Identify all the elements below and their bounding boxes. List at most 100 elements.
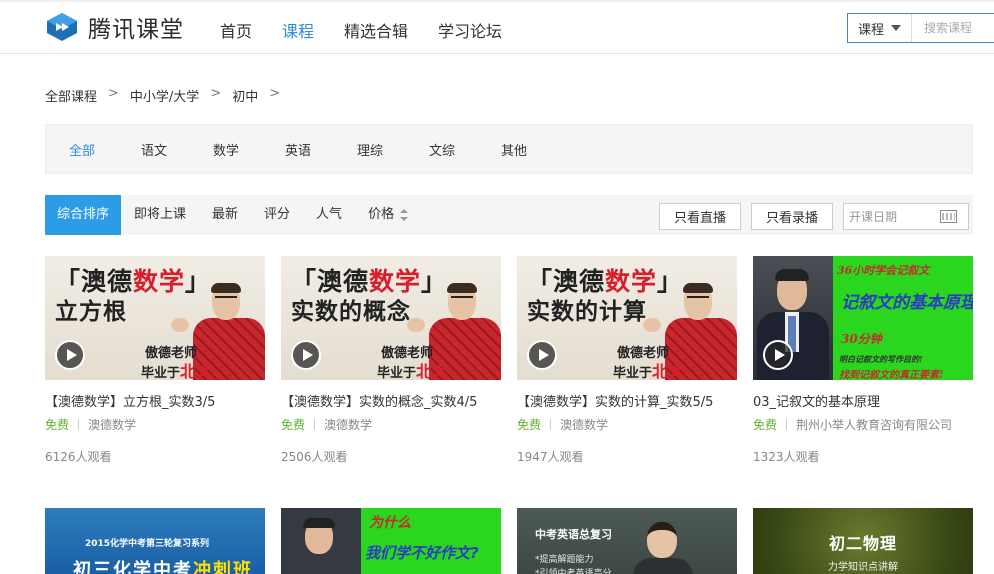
thumb-line: 初二物理 xyxy=(828,534,897,553)
category-all[interactable]: 全部 xyxy=(69,140,141,159)
thumb-line: 记叙文的基本原理 xyxy=(841,293,973,313)
course-thumbnail[interactable]: 「澳德数学」 立方根 傲德老师 毕业于北大 xyxy=(45,256,265,380)
thumb-line: 明白记叙文的写作目的! xyxy=(839,354,923,364)
course-meta: 免费 澳德数学 xyxy=(281,416,501,433)
thumb-line: 36小时学会记叙文 xyxy=(837,264,930,277)
course-title[interactable]: 【澳德数学】实数的计算_实数5/5 xyxy=(517,391,737,409)
thumb-line: 找到记叙文的真正要素! xyxy=(839,370,944,380)
thumb-line: 30分钟 xyxy=(841,332,882,346)
teacher-figure xyxy=(211,283,241,293)
thumb-line: 初三化学中考冲刺班 xyxy=(73,560,253,574)
thumb-line: 中考英语总复习 xyxy=(535,528,612,541)
course-viewers: 6126人观看 xyxy=(45,450,112,464)
teacher-figure xyxy=(215,296,237,302)
search-box: 课程 xyxy=(847,13,994,43)
course-title[interactable]: 【澳德数学】立方根_实数3/5 xyxy=(45,391,265,409)
breadcrumb-separator: > xyxy=(210,86,222,101)
course-thumbnail[interactable]: 为什么 我们学不好作文? xyxy=(281,508,501,574)
breadcrumb-all-courses[interactable]: 全部课程 xyxy=(45,86,97,105)
breadcrumb-k12-university[interactable]: 中小学/大学 xyxy=(130,86,199,105)
meta-divider xyxy=(314,419,316,430)
teacher-figure xyxy=(633,558,693,574)
teacher-figure xyxy=(451,296,473,302)
course-title[interactable]: 03_记叙文的基本原理 xyxy=(753,391,973,409)
sort-rating[interactable]: 评分 xyxy=(251,195,303,235)
thumb-line: 我们学不好作文? xyxy=(365,544,479,562)
calendar-icon[interactable] xyxy=(940,210,957,223)
course-thumbnail[interactable]: 36小时学会记叙文 记叙文的基本原理 30分钟 明白记叙文的写作目的! 找到记叙… xyxy=(753,256,973,380)
course-thumbnail[interactable]: 「澳德数学」 实数的计算 傲德老师 毕业于北大 xyxy=(517,256,737,380)
course-thumbnail[interactable]: 初二物理 力学知识点讲解 xyxy=(753,508,973,574)
course-title[interactable]: 【澳德数学】实数的概念_实数4/5 xyxy=(281,391,501,409)
sort-price[interactable]: 价格 xyxy=(355,195,421,235)
course-meta: 免费 澳德数学 xyxy=(517,416,737,433)
thumb-school: 毕业于北大 xyxy=(613,362,685,380)
sort-popularity[interactable]: 人气 xyxy=(303,195,355,235)
teacher-figure xyxy=(407,318,425,332)
thumb-school: 毕业于北大 xyxy=(377,362,449,380)
thumb-line: 2015化学中考第三轮复习系列 xyxy=(85,539,210,549)
logo-text: 腾讯课堂 xyxy=(88,17,184,43)
teacher-figure xyxy=(303,518,335,528)
course-price: 免费 xyxy=(45,418,70,432)
play-icon[interactable] xyxy=(763,340,793,370)
category-humanities[interactable]: 文综 xyxy=(429,140,501,159)
course-card: 36小时学会记叙文 记叙文的基本原理 30分钟 明白记叙文的写作目的! 找到记叙… xyxy=(753,256,973,465)
category-other[interactable]: 其他 xyxy=(501,140,573,159)
course-thumbnail[interactable]: 2015化学中考第三轮复习系列 初三化学中考冲刺班 xyxy=(45,508,265,574)
start-date-input[interactable] xyxy=(844,209,938,224)
play-icon[interactable] xyxy=(291,340,321,370)
breadcrumb-junior-high[interactable]: 初中 xyxy=(232,86,258,105)
meta-divider xyxy=(78,419,80,430)
course-provider[interactable]: 澳德数学 xyxy=(560,416,608,433)
category-bar: 全部 语文 数学 英语 理综 文综 其他 xyxy=(45,124,973,174)
teacher-figure xyxy=(447,283,477,293)
course-thumbnail[interactable]: 「澳德数学」 实数的概念 傲德老师 毕业于北大 xyxy=(281,256,501,380)
course-meta: 免费 澳德数学 xyxy=(45,416,265,433)
breadcrumb-separator: > xyxy=(108,86,119,101)
nav-courses[interactable]: 课程 xyxy=(282,18,314,42)
search-type-dropdown[interactable]: 课程 xyxy=(848,14,912,42)
category-chinese[interactable]: 语文 xyxy=(141,140,213,159)
thumb-topic: 立方根 xyxy=(55,299,127,325)
category-math[interactable]: 数学 xyxy=(213,140,285,159)
sort-newest[interactable]: 最新 xyxy=(199,195,251,235)
main-nav: 首页 课程 精选合辑 学习论坛 xyxy=(220,18,532,42)
category-science[interactable]: 理综 xyxy=(357,140,429,159)
course-provider[interactable]: 澳德数学 xyxy=(324,416,372,433)
nav-home[interactable]: 首页 xyxy=(220,18,252,42)
sort-arrows-icon xyxy=(400,208,409,221)
start-date-field xyxy=(843,203,969,230)
teacher-figure xyxy=(171,318,189,332)
course-viewers: 2506人观看 xyxy=(281,450,348,464)
category-english[interactable]: 英语 xyxy=(285,140,357,159)
thumb-line: 为什么 xyxy=(369,515,411,531)
course-price: 免费 xyxy=(517,418,542,432)
teacher-figure xyxy=(775,269,809,281)
nav-forum[interactable]: 学习论坛 xyxy=(438,18,502,42)
course-thumbnail[interactable]: 中考英语总复习 *提高解题能力 *引领中考英语高分 xyxy=(517,508,737,574)
thumb-line: *提高解题能力 xyxy=(535,555,594,565)
course-provider[interactable]: 荆州小举人教育咨询有限公司 xyxy=(796,416,952,433)
sort-price-label: 价格 xyxy=(368,207,395,222)
logo[interactable]: 腾讯课堂 xyxy=(46,12,184,43)
meta-divider xyxy=(550,419,552,430)
teacher-figure xyxy=(643,318,661,332)
course-viewers: 1323人观看 xyxy=(753,450,820,464)
live-only-button[interactable]: 只看直播 xyxy=(659,203,741,230)
recorded-only-button[interactable]: 只看录播 xyxy=(751,203,833,230)
course-card: 「澳德数学」 立方根 傲德老师 毕业于北大 【澳德数学】立方根_实数3/5 免费… xyxy=(45,256,265,465)
thumb-line: 力学知识点讲解 xyxy=(828,562,898,573)
sort-upcoming[interactable]: 即将上课 xyxy=(121,195,199,235)
meta-divider xyxy=(786,419,788,430)
play-icon[interactable] xyxy=(55,340,85,370)
course-provider[interactable]: 澳德数学 xyxy=(88,416,136,433)
teacher-figure xyxy=(647,522,677,558)
play-icon[interactable] xyxy=(527,340,557,370)
sort-comprehensive[interactable]: 综合排序 xyxy=(45,195,121,235)
thumb-line: *引领中考英语高分 xyxy=(535,569,612,574)
sort-bar: 综合排序 即将上课 最新 评分 人气 价格 只看直播 只看录播 xyxy=(45,195,973,235)
top-header: 腾讯课堂 首页 课程 精选合辑 学习论坛 课程 xyxy=(0,0,994,54)
nav-collections[interactable]: 精选合辑 xyxy=(344,18,408,42)
search-input[interactable] xyxy=(912,14,994,42)
